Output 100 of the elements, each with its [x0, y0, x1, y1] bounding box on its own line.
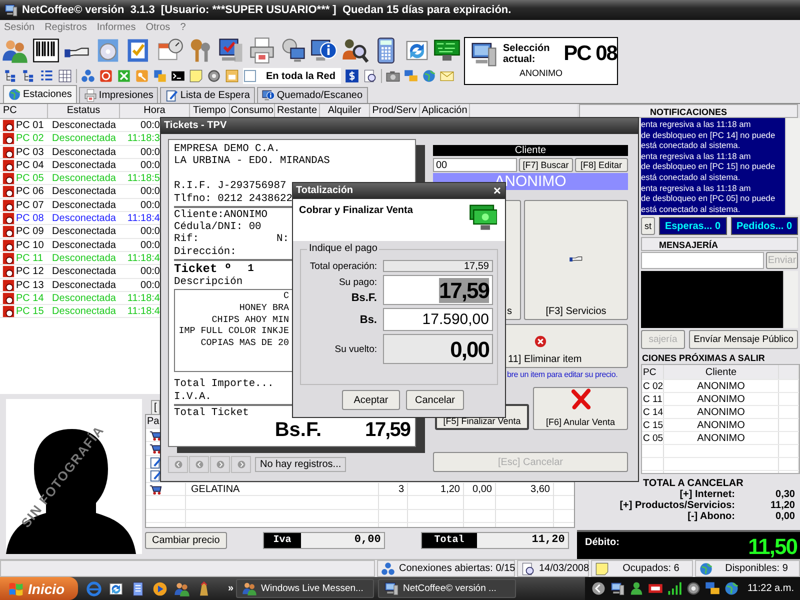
camera-icon[interactable] [386, 69, 400, 83]
users-icon[interactable] [174, 580, 190, 596]
start-button[interactable]: Inicio [0, 577, 78, 600]
next-icon[interactable] [216, 460, 224, 469]
previous-icon[interactable] [194, 460, 204, 469]
previous-icon[interactable] [174, 460, 182, 469]
change-price-button[interactable]: Cambiar precio [145, 532, 227, 548]
station-name: PC 14 [16, 292, 44, 304]
notification-text: enta regresiva a las 11:18 am [641, 150, 752, 162]
globe-icon[interactable] [724, 581, 740, 596]
column-header[interactable]: PC [642, 365, 664, 379]
cart-icon [149, 442, 162, 455]
media-icon[interactable] [152, 580, 168, 596]
signal-icon[interactable] [667, 581, 682, 596]
receipt-text: Total Ticket [174, 406, 249, 419]
tree-icon[interactable] [4, 69, 18, 83]
grid-icon[interactable] [58, 69, 72, 83]
receipt-item: COPIAS MAS DE 20 [200, 336, 289, 349]
scrollbar[interactable] [783, 271, 798, 328]
cart-icon [149, 428, 162, 442]
selection-label: Selección actual: [503, 43, 551, 65]
table-cell-text: 00:0 [140, 160, 160, 171]
column-header[interactable]: PC [0, 104, 48, 118]
document-icon[interactable] [130, 580, 146, 596]
menu-item[interactable]: Otros [146, 22, 170, 33]
tab[interactable]: Impresiones [78, 87, 158, 103]
list-icon[interactable] [40, 69, 54, 83]
table-cell-text: Desconectada [51, 252, 117, 264]
document-clock-icon[interactable] [363, 69, 378, 83]
search-icon[interactable] [340, 37, 369, 64]
next-icon[interactable] [236, 460, 246, 469]
menu-item[interactable]: ? [180, 22, 186, 33]
status-date: 14/03/2008 [539, 563, 590, 574]
total-value: 11,20 [770, 500, 795, 511]
terminal-icon[interactable] [171, 69, 185, 83]
table-cell-text: 11:18:4 [126, 292, 160, 304]
power-icon[interactable] [99, 69, 113, 83]
client-code-field[interactable]: 00 [433, 158, 517, 172]
table-cell: ANONIMO [664, 393, 779, 405]
tree-icon[interactable] [22, 69, 36, 83]
station-name: PC 09 [16, 226, 44, 238]
receipt-text: Descripción [174, 276, 243, 288]
taskbar-button[interactable]: Windows Live Messen... [236, 579, 374, 598]
person-icon[interactable] [629, 581, 644, 596]
receipt-item: C [282, 290, 289, 302]
payment-field[interactable]: 17.590,00 [383, 308, 493, 331]
debit-value: 11,50 [748, 534, 797, 560]
tab[interactable]: [ [151, 400, 160, 414]
button[interactable]: Envíar Mensaje Público [689, 330, 798, 349]
button[interactable]: st [641, 217, 655, 235]
clock-icon [521, 562, 535, 576]
dialog-button[interactable]: Aceptar [342, 390, 400, 410]
table-cell: C 15 [642, 419, 664, 431]
printer-icon[interactable] [248, 37, 276, 64]
taskbar-button[interactable]: NetCoffee© versión ... [378, 579, 516, 598]
column-header[interactable]: Estatus [48, 104, 120, 118]
box-icon[interactable] [225, 69, 239, 83]
counter-button[interactable]: Pedidos... 0 [730, 217, 798, 235]
edit-button[interactable]: [F8] Editar [574, 158, 628, 172]
column-header[interactable]: Cliente [664, 365, 779, 379]
services-button[interactable]: [F3] Servicios [524, 200, 628, 320]
browser-icon[interactable] [86, 580, 102, 596]
card-icon[interactable] [648, 581, 664, 596]
network-checkbox[interactable]: En toda la Red [243, 68, 342, 84]
receipt-text: Total Importe... [174, 378, 274, 390]
station-name: PC 05 [16, 173, 44, 184]
more-button[interactable]: » [228, 583, 234, 594]
receipt-text: I.V.A. [174, 390, 212, 403]
receipt-text: 17,59 [364, 420, 410, 440]
station-name: PC 12 [16, 266, 44, 278]
scrollbar[interactable] [785, 118, 800, 215]
table-cell-text: 11:18:4 [126, 252, 160, 264]
menu-item[interactable]: Registros [44, 22, 87, 33]
note-icon[interactable] [189, 69, 203, 83]
window-title: Tickets - TPV [161, 118, 638, 134]
tile-icon[interactable] [117, 69, 131, 83]
barcode-icon[interactable] [32, 37, 60, 64]
payment-field[interactable]: 17,59 [383, 275, 493, 305]
total-label: Total [422, 532, 477, 548]
void-sale-button[interactable]: [F6] Anular Venta [533, 387, 628, 430]
dollar-icon[interactable] [345, 69, 360, 83]
refresh-icon[interactable] [108, 580, 124, 596]
menu-item[interactable]: Informes [96, 22, 136, 33]
screens-icon[interactable] [705, 581, 720, 596]
counter-button[interactable]: Esperas... 0 [659, 217, 726, 235]
computer-icon[interactable] [217, 37, 246, 64]
tab[interactable]: Estaciones [3, 85, 77, 103]
windows-icon[interactable] [153, 69, 167, 83]
table-cell-text: 00:0 [140, 266, 160, 278]
menu-item[interactable]: Sesión [4, 22, 35, 33]
dialog-button[interactable]: Cancelar [406, 390, 464, 410]
message-field[interactable] [641, 252, 764, 269]
tab[interactable]: Quemado/Escaneo [256, 87, 368, 103]
tab[interactable]: Lista de Espera [160, 87, 255, 103]
envelope-icon[interactable] [440, 69, 454, 83]
search-button[interactable]: [F7] Buscar [519, 158, 572, 172]
monitor-icon[interactable] [610, 581, 626, 596]
dialog-heading: Cobrar y Finalizar Venta [299, 205, 413, 216]
table-cell: ANONIMO [664, 432, 779, 444]
station-name: PC 06 [16, 186, 44, 198]
